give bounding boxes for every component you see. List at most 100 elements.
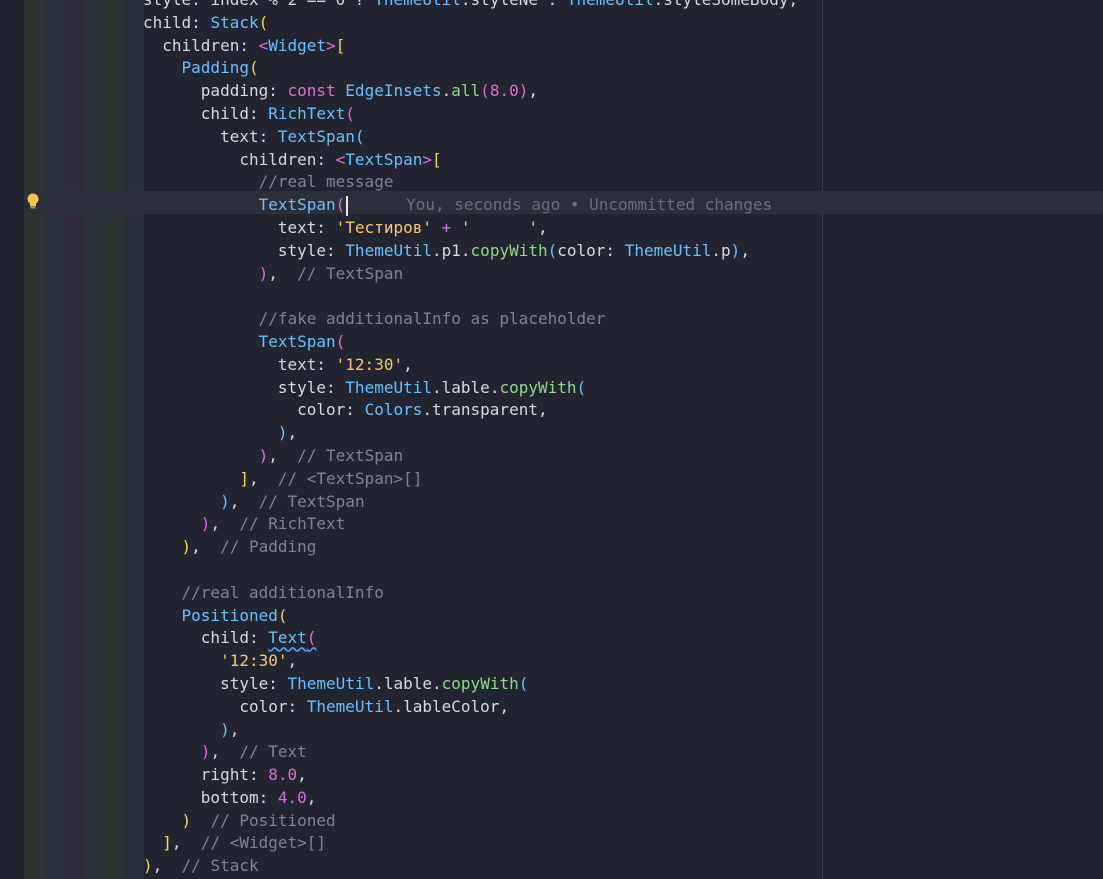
- token: % 2 == 0 ?: [268, 0, 374, 9]
- code-line[interactable]: children: <TextSpan>[: [24, 149, 1103, 172]
- code-line[interactable]: Positioned(: [24, 605, 1103, 628]
- token: :: [316, 149, 336, 169]
- token: ThemeUtil: [287, 673, 375, 693]
- code-line[interactable]: padding: const EdgeInsets.all(8.0),: [24, 80, 1103, 103]
- code-line[interactable]: ), // Text: [24, 741, 1103, 764]
- code-line[interactable]: //real additionalInfo: [24, 582, 1103, 605]
- token: ,: [306, 787, 317, 807]
- code-lines[interactable]: style: index % 2 == 0 ? ThemeUtil.styleN…: [24, 0, 1103, 878]
- token: :: [258, 787, 278, 807]
- code-line[interactable]: right: 8.0,: [24, 764, 1103, 787]
- code-line[interactable]: style: index % 2 == 0 ? ThemeUtil.styleN…: [24, 0, 1103, 12]
- token: ): [518, 81, 529, 101]
- token: color: [297, 400, 346, 420]
- token: '12:30': [220, 651, 288, 671]
- code-line[interactable]: ), // TextSpan: [24, 263, 1103, 286]
- token: .: [432, 673, 442, 693]
- token: // RichText: [239, 514, 346, 534]
- code-line[interactable]: //real message: [24, 171, 1103, 194]
- code-line[interactable]: style: ThemeUtil.lable.copyWith(: [24, 377, 1103, 400]
- token: Positioned: [181, 605, 278, 625]
- code-line[interactable]: color: ThemeUtil.lableColor,: [24, 696, 1103, 719]
- token: TextSpan: [258, 195, 336, 215]
- code-line[interactable]: text: '12:30',: [24, 354, 1103, 377]
- code-line[interactable]: children: <Widget>[: [24, 35, 1103, 58]
- token: ThemeUtil: [374, 0, 461, 9]
- code-line[interactable]: TextSpan( You, seconds ago • Uncommitted…: [24, 194, 1103, 217]
- token: .: [711, 240, 722, 260]
- code-line[interactable]: style: ThemeUtil.lable.copyWith(: [24, 673, 1103, 696]
- token: text: [277, 354, 317, 374]
- token: :: [258, 126, 278, 146]
- token: ,: [248, 468, 278, 488]
- code-line[interactable]: child: Stack(: [24, 12, 1103, 35]
- token: all: [451, 81, 481, 101]
- code-line[interactable]: [24, 285, 1103, 308]
- code-editor[interactable]: style: index % 2 == 0 ? ThemeUtil.styleN…: [0, 0, 1103, 879]
- token: color: [239, 696, 288, 716]
- code-line[interactable]: '12:30',: [24, 650, 1103, 673]
- token: ,: [403, 354, 413, 374]
- code-line[interactable]: ), // RichText: [24, 513, 1103, 536]
- code-line[interactable]: ], // <Widget>[]: [24, 832, 1103, 855]
- code-line[interactable]: ), // Stack: [24, 855, 1103, 878]
- token: (: [335, 195, 346, 215]
- token: (: [306, 628, 317, 648]
- token: ,: [229, 719, 240, 739]
- token: >: [326, 35, 336, 55]
- code-line[interactable]: ) // Positioned: [24, 810, 1103, 833]
- token: ,: [210, 514, 240, 534]
- token: // Stack: [181, 856, 259, 876]
- token: .: [461, 0, 471, 9]
- token: ,: [499, 696, 510, 716]
- token: (: [335, 331, 346, 351]
- token: :: [268, 81, 288, 101]
- code-line[interactable]: child: Text(: [24, 627, 1103, 650]
- code-line[interactable]: ), // Padding: [24, 536, 1103, 559]
- token: ): [258, 263, 269, 283]
- token: TextSpan: [258, 331, 336, 351]
- token: (: [480, 81, 490, 101]
- code-line[interactable]: ), // TextSpan: [24, 445, 1103, 468]
- code-line[interactable]: text: TextSpan(: [24, 126, 1103, 149]
- code-line[interactable]: ), // TextSpan: [24, 491, 1103, 514]
- code-line[interactable]: child: RichText(: [24, 103, 1103, 126]
- code-line[interactable]: ),: [24, 719, 1103, 742]
- code-line[interactable]: text: 'Тестиров' + ' ',: [24, 217, 1103, 240]
- code-line[interactable]: Padding(: [24, 57, 1103, 80]
- token: child: [200, 628, 249, 648]
- token: .: [654, 0, 664, 9]
- token: ): [220, 719, 230, 739]
- code-line[interactable]: TextSpan(: [24, 331, 1103, 354]
- token: ,: [528, 81, 538, 101]
- token: ]: [239, 468, 249, 488]
- code-line[interactable]: //fake additionalInfo as placeholder: [24, 308, 1103, 331]
- token: ): [181, 537, 192, 557]
- token: ThemeUtil: [624, 240, 712, 260]
- token: 8.0: [489, 81, 519, 101]
- token: ): [181, 810, 192, 830]
- token: :: [268, 673, 288, 693]
- code-line[interactable]: ),: [24, 422, 1103, 445]
- code-line[interactable]: color: Colors.transparent,: [24, 399, 1103, 422]
- token: .: [460, 240, 471, 260]
- token: const: [287, 81, 346, 101]
- token: :: [345, 400, 365, 420]
- code-line[interactable]: style: ThemeUtil.p1.copyWith(color: Them…: [24, 240, 1103, 263]
- code-line[interactable]: [24, 559, 1103, 582]
- editor-gutter: [0, 0, 24, 879]
- code-line[interactable]: bottom: 4.0,: [24, 787, 1103, 810]
- code-line[interactable]: ], // <TextSpan>[]: [24, 468, 1103, 491]
